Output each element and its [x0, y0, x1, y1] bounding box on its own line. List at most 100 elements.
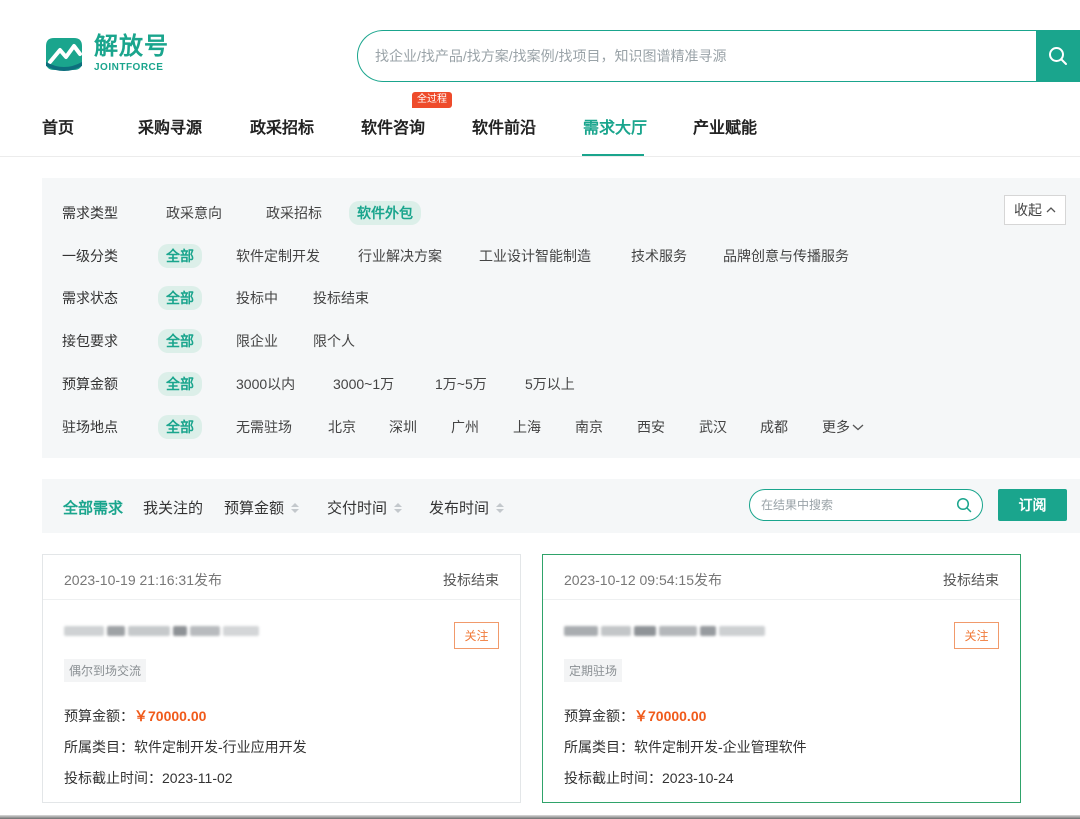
card-budget: 预算金额：￥70000.00: [564, 706, 706, 726]
chevron-up-icon: [1046, 207, 1056, 213]
filter-option[interactable]: 软件定制开发: [236, 246, 320, 266]
filter-option[interactable]: 广州: [451, 417, 479, 437]
filter-option[interactable]: 限个人: [313, 331, 355, 351]
global-search-box: [357, 30, 1080, 82]
budget-value: ￥70000.00: [134, 708, 207, 724]
card-title-redacted[interactable]: [564, 623, 774, 637]
budget-value: ￥70000.00: [634, 708, 707, 724]
filter-option-selected[interactable]: 全部: [158, 415, 202, 439]
sort-budget[interactable]: 预算金额: [224, 497, 300, 518]
global-search-input[interactable]: [375, 48, 1035, 64]
nav-gov-bidding[interactable]: 政采招标: [250, 114, 314, 138]
sort-publish-label: 发布时间: [429, 500, 490, 517]
follow-button[interactable]: 关注: [454, 622, 499, 649]
nav-software-consulting[interactable]: 软件咨询: [361, 114, 425, 138]
nav-demand-hall[interactable]: 需求大厅: [583, 114, 647, 138]
filter-label-category: 一级分类: [62, 248, 118, 264]
filter-option[interactable]: 3000以内: [236, 374, 295, 394]
filter-option[interactable]: 上海: [513, 417, 541, 437]
card-header: 2023-10-19 21:16:31发布 投标结束: [43, 555, 520, 600]
sort-budget-label: 预算金额: [224, 500, 285, 517]
filter-option[interactable]: 3000~1万: [333, 374, 394, 394]
filter-option[interactable]: 南京: [575, 417, 603, 437]
filter-panel: 需求类型 政采意向 政采招标 软件外包 收起 一级分类 全部 软件定制开发 行业…: [42, 178, 1080, 458]
card-category: 所属类目：软件定制开发-行业应用开发: [64, 739, 307, 755]
search-button[interactable]: [1036, 30, 1080, 82]
filter-option[interactable]: 限企业: [236, 331, 278, 351]
budget-label: 预算金额：: [564, 708, 634, 724]
nav-software-frontier[interactable]: 软件前沿: [472, 114, 536, 138]
filter-option[interactable]: 5万以上: [525, 374, 575, 394]
brand-name-en: JOINTFORCE: [94, 62, 164, 73]
subscribe-button[interactable]: 订阅: [998, 489, 1067, 521]
collapse-filters-button[interactable]: 收起: [1004, 195, 1066, 225]
demand-card[interactable]: 2023-10-19 21:16:31发布 投标结束 关注 偶尔到场交流 预算金…: [42, 554, 521, 803]
demand-card[interactable]: 2023-10-12 09:54:15发布 投标结束 关注 定期驻场 预算金额：…: [542, 554, 1021, 803]
nav-sourcing[interactable]: 采购寻源: [138, 114, 202, 138]
filter-option[interactable]: 技术服务: [631, 246, 687, 266]
filter-label-budget: 预算金额: [62, 376, 118, 392]
sort-bar: 全部需求 我关注的 预算金额 交付时间 发布时间 订阅: [42, 479, 1080, 533]
filter-label-demand-type: 需求类型: [62, 205, 118, 221]
chevron-down-icon: [852, 424, 864, 431]
nav-divider: [0, 156, 1080, 157]
more-locations-button[interactable]: 更多: [822, 417, 864, 437]
logo-icon: [46, 38, 82, 71]
filter-label-location: 驻场地点: [62, 419, 118, 435]
tab-all-demands[interactable]: 全部需求: [63, 497, 123, 518]
sort-delivery-label: 交付时间: [327, 500, 388, 517]
follow-button[interactable]: 关注: [954, 622, 999, 649]
card-deadline: 投标截止时间：2023-11-02: [64, 770, 233, 786]
tab-followed[interactable]: 我关注的: [143, 497, 203, 518]
result-search-input[interactable]: [761, 498, 941, 512]
sort-arrows-icon: [291, 502, 300, 513]
filter-option[interactable]: 无需驻场: [236, 417, 292, 437]
filter-option[interactable]: 1万~5万: [435, 374, 487, 394]
card-title-redacted[interactable]: [64, 623, 274, 637]
sort-publish-time[interactable]: 发布时间: [429, 497, 505, 518]
filter-option-selected[interactable]: 全部: [158, 372, 202, 396]
filter-option-selected[interactable]: 全部: [158, 286, 202, 310]
filter-option[interactable]: 政采招标: [266, 203, 322, 223]
filter-option[interactable]: 投标结束: [313, 288, 369, 308]
nav-home[interactable]: 首页: [42, 114, 74, 138]
result-search-box: [749, 489, 983, 521]
nav-badge-full-process: 全过程: [412, 92, 452, 108]
filter-option[interactable]: 品牌创意与传播服务: [723, 246, 849, 266]
card-category: 所属类目：软件定制开发-企业管理软件: [564, 739, 807, 755]
sort-arrows-icon: [496, 502, 505, 513]
filter-option[interactable]: 西安: [637, 417, 665, 437]
card-publish-date: 2023-10-12 09:54:15发布: [564, 572, 722, 588]
window-bottom-edge: [0, 815, 1080, 819]
filter-option-selected[interactable]: 软件外包: [349, 201, 421, 225]
search-icon: [1049, 47, 1067, 65]
nav-industry-empowerment[interactable]: 产业赋能: [693, 114, 757, 138]
card-tag: 定期驻场: [564, 659, 623, 682]
card-publish-date: 2023-10-19 21:16:31发布: [64, 572, 222, 588]
collapse-label: 收起: [1014, 202, 1042, 218]
sort-arrows-icon: [394, 502, 403, 513]
filter-option-selected[interactable]: 全部: [158, 244, 202, 268]
card-status: 投标结束: [443, 572, 499, 588]
brand-logo[interactable]: 解放号 JOINTFORCE: [40, 32, 169, 76]
budget-label: 预算金额：: [64, 708, 134, 724]
card-header: 2023-10-12 09:54:15发布 投标结束: [543, 555, 1020, 600]
filter-option[interactable]: 投标中: [236, 288, 278, 308]
card-budget: 预算金额：￥70000.00: [64, 706, 206, 726]
filter-option[interactable]: 工业设计智能制造: [479, 246, 591, 266]
filter-option[interactable]: 武汉: [699, 417, 727, 437]
filter-option-selected[interactable]: 全部: [158, 329, 202, 353]
filter-option[interactable]: 政采意向: [166, 203, 222, 223]
search-icon[interactable]: [956, 497, 972, 513]
card-tag: 偶尔到场交流: [64, 659, 147, 682]
filter-option[interactable]: 深圳: [389, 417, 417, 437]
filter-option[interactable]: 行业解决方案: [358, 246, 442, 266]
card-deadline: 投标截止时间：2023-10-24: [564, 770, 734, 786]
filter-option[interactable]: 成都: [760, 417, 788, 437]
filter-option[interactable]: 北京: [328, 417, 356, 437]
filter-label-contractor: 接包要求: [62, 333, 118, 349]
card-status: 投标结束: [943, 572, 999, 588]
filter-label-status: 需求状态: [62, 290, 118, 306]
brand-name-cn: 解放号: [94, 33, 169, 60]
sort-delivery-time[interactable]: 交付时间: [327, 497, 403, 518]
